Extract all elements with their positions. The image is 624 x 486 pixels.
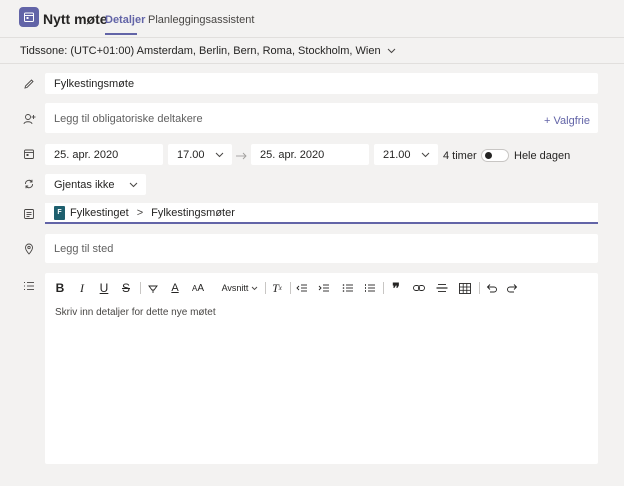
attendees-placeholder: Legg til obligatoriske deltakere: [54, 113, 203, 125]
start-date-input[interactable]: 25. apr. 2020: [45, 144, 163, 165]
location-input[interactable]: Legg til sted: [45, 234, 598, 263]
paragraph-style-select[interactable]: Avsnitt: [220, 279, 260, 297]
toolbar-separator: [479, 282, 480, 294]
start-time-value: 17.00: [177, 148, 205, 161]
end-date-value: 25. apr. 2020: [260, 148, 325, 161]
pencil-icon: [22, 77, 36, 91]
arrow-right-icon: [236, 149, 247, 163]
title-value: Fylkestingsmøte: [54, 77, 135, 90]
format-toolbar: B I U S A AA Avsnitt Tx ❞: [45, 279, 598, 297]
channel-icon: [22, 207, 36, 221]
channel-input[interactable]: F Fylkestinget > Fylkestingsmøter: [45, 203, 598, 224]
header: Nytt møte Detaljer Planleggingsassistent: [0, 0, 624, 38]
details-list-icon: [22, 279, 36, 293]
location-placeholder: Legg til sted: [54, 242, 114, 255]
undo-icon[interactable]: [484, 279, 498, 297]
start-time-select[interactable]: 17.00: [168, 144, 232, 165]
end-time-select[interactable]: 21.00: [374, 144, 438, 165]
calendar-icon: [19, 7, 39, 27]
attendees-input[interactable]: Legg til obligatoriske deltakere + Valgf…: [45, 103, 598, 133]
chevron-down-icon: [387, 48, 395, 54]
font-color-button[interactable]: A: [168, 279, 182, 297]
repeat-icon: [22, 177, 36, 191]
outdent-icon[interactable]: [295, 279, 309, 297]
toggle-knob: [485, 152, 492, 159]
clear-formatting-button[interactable]: Tx: [270, 279, 284, 297]
repeat-value: Gjentas ikke: [54, 178, 115, 191]
tab-details[interactable]: Detaljer: [105, 14, 145, 26]
paragraph-style-label: Avsnitt: [221, 283, 249, 293]
divider: [0, 63, 624, 64]
toolbar-separator: [290, 282, 291, 294]
italic-button[interactable]: I: [75, 279, 89, 297]
indent-icon[interactable]: [317, 279, 331, 297]
duration-label: 4 timer: [443, 150, 477, 162]
redo-icon[interactable]: [506, 279, 520, 297]
active-tab-indicator: [105, 33, 137, 35]
toolbar-separator: [383, 282, 384, 294]
toolbar-separator: [140, 282, 141, 294]
repeat-select[interactable]: Gjentas ikke: [45, 174, 146, 195]
table-icon[interactable]: [458, 279, 472, 297]
chevron-down-icon: [252, 286, 258, 290]
timezone-label: Tidssone: (UTC+01:00) Amsterdam, Berlin,…: [20, 45, 381, 57]
chevron-down-icon: [129, 182, 138, 187]
chevron-down-icon: [215, 152, 224, 157]
all-day-toggle[interactable]: [481, 149, 509, 162]
underline-button[interactable]: U: [97, 279, 111, 297]
details-editor[interactable]: B I U S A AA Avsnitt Tx ❞ Skriv inn deta…: [45, 273, 598, 464]
font-size-button[interactable]: AA: [190, 279, 206, 297]
channel-name: Fylkestingsmøter: [151, 206, 235, 219]
add-person-icon: [22, 112, 36, 126]
tab-scheduling-assistant[interactable]: Planleggingsassistent: [148, 14, 254, 26]
end-date-input[interactable]: 25. apr. 2020: [251, 144, 369, 165]
calendar-icon: [22, 147, 36, 161]
numbered-list-icon[interactable]: [363, 279, 377, 297]
bulleted-list-icon[interactable]: [341, 279, 355, 297]
end-time-value: 21.00: [383, 148, 411, 161]
optional-attendees-link[interactable]: + Valgfrie: [544, 115, 590, 127]
page-title: Nytt møte: [43, 11, 108, 27]
quote-button[interactable]: ❞: [389, 279, 403, 297]
timezone-selector[interactable]: Tidssone: (UTC+01:00) Amsterdam, Berlin,…: [20, 45, 396, 57]
team-avatar: F: [54, 205, 65, 220]
highlight-icon[interactable]: [146, 279, 160, 297]
all-day-label: Hele dagen: [514, 150, 571, 162]
toolbar-separator: [265, 282, 266, 294]
chevron-down-icon: [421, 152, 430, 157]
horizontal-rule-icon[interactable]: [435, 279, 449, 297]
link-icon[interactable]: [412, 279, 426, 297]
start-date-value: 25. apr. 2020: [54, 148, 119, 161]
title-input[interactable]: Fylkestingsmøte: [45, 73, 598, 94]
team-name: Fylkestinget: [70, 206, 129, 219]
editor-placeholder: Skriv inn detaljer for dette nye møtet: [55, 307, 216, 318]
location-pin-icon: [22, 242, 36, 256]
bold-button[interactable]: B: [53, 279, 67, 297]
breadcrumb-separator: >: [136, 206, 144, 219]
strikethrough-button[interactable]: S: [119, 279, 133, 297]
